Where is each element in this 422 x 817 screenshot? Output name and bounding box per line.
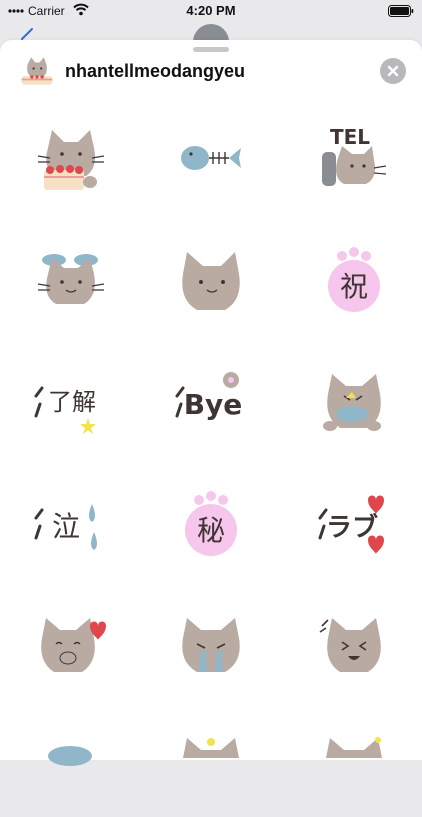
close-button[interactable]: [380, 58, 406, 84]
app-name: nhantellmeodangyeu: [65, 61, 246, 81]
sticker-cat-face[interactable]: [169, 240, 253, 324]
sticker-celebrate-paw[interactable]: 祝: [312, 240, 396, 324]
sticker-cat-eating-fish[interactable]: [312, 362, 396, 446]
close-x-icon: [387, 65, 399, 77]
bye-text: Bye: [184, 388, 243, 421]
sticker-cat-heart-shy[interactable]: [28, 606, 112, 690]
sticker-cat-tel[interactable]: TEL: [312, 118, 396, 202]
sticker-cat-laughing[interactable]: [312, 606, 396, 690]
sheet-header: nhantellmeodangyeu: [0, 52, 422, 92]
sticker-row6-1[interactable]: [28, 728, 112, 812]
celebrate-text: 祝: [340, 270, 368, 303]
status-bar: Carrier 4:20 PM: [0, 0, 422, 24]
battery-icon: [388, 5, 414, 17]
sticker-secret-paw[interactable]: 秘: [169, 484, 253, 568]
sticker-love-text[interactable]: ラブ: [312, 484, 396, 568]
sticker-row6-2[interactable]: [169, 728, 253, 812]
ryokai-text: 了解: [48, 388, 96, 416]
sticker-cat-with-cake[interactable]: [28, 118, 112, 202]
sticker-cat-with-fish-hat[interactable]: [28, 240, 112, 324]
sticker-ryokai-star[interactable]: 了解: [28, 362, 112, 446]
sticker-row6-3[interactable]: [312, 728, 396, 812]
status-time: 4:20 PM: [186, 3, 236, 18]
sticker-cat-crying[interactable]: [169, 606, 253, 690]
sticker-cry-text[interactable]: 泣: [28, 484, 112, 568]
secret-text: 秘: [197, 514, 225, 547]
svg-text:TEL: TEL: [330, 125, 370, 149]
sticker-bye-paw[interactable]: Bye: [169, 362, 253, 446]
app-icon: [21, 57, 53, 85]
sticker-fish-bone[interactable]: [169, 118, 253, 202]
cry-text: 泣: [52, 510, 80, 543]
pencil-icon: [21, 28, 33, 40]
